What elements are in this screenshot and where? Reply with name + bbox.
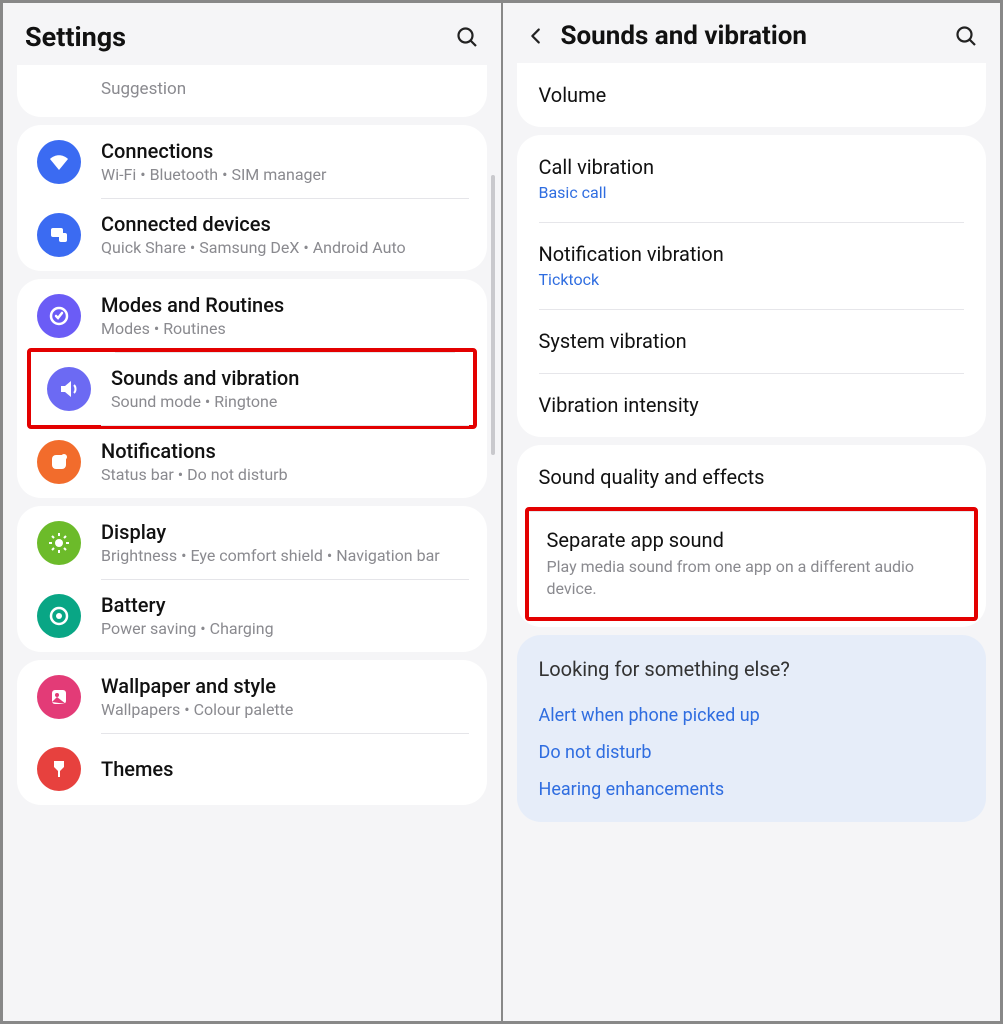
scrollbar-indicator[interactable] [491,175,495,455]
settings-screen: Settings Suggestion Connections Wi-Fi • … [2,2,502,1022]
item-title: Battery [101,593,467,617]
item-title: Display [101,520,467,544]
row-title: Separate app sound [547,528,957,552]
row-title: Notification vibration [539,242,965,266]
routines-icon [37,294,81,338]
sound-icon [47,367,91,411]
item-sub: Modes • Routines [101,319,467,338]
settings-group: Wallpaper and style Wallpapers • Colour … [17,660,487,805]
themes-icon [37,747,81,791]
settings-group: Display Brightness • Eye comfort shield … [17,506,487,652]
suggest-link-alert[interactable]: Alert when phone picked up [539,697,965,734]
row-sub: Basic call [539,183,965,202]
row-title: System vibration [539,329,965,353]
item-title: Wallpaper and style [101,674,467,698]
item-sub: Status bar • Do not disturb [101,465,467,484]
row-title: Volume [539,83,965,107]
settings-item-themes[interactable]: Themes [17,733,487,805]
settings-item-wallpaper[interactable]: Wallpaper and style Wallpapers • Colour … [17,660,487,733]
item-sub: Sound mode • Ringtone [111,392,457,411]
suggestion-card-partial[interactable]: Suggestion [17,65,487,117]
settings-item-connected-devices[interactable]: Connected devices Quick Share • Samsung … [17,198,487,271]
item-sub: Wallpapers • Colour palette [101,700,467,719]
settings-item-sounds-vibration[interactable]: Sounds and vibration Sound mode • Ringto… [31,352,473,425]
row-title: Vibration intensity [539,393,965,417]
item-sub: Brightness • Eye comfort shield • Naviga… [101,546,467,565]
section-vibration: Call vibration Basic call Notification v… [517,135,987,437]
notifications-icon [37,440,81,484]
row-volume[interactable]: Volume [517,63,987,127]
display-icon [37,521,81,565]
wallpaper-icon [37,675,81,719]
row-sub: Ticktock [539,270,965,289]
page-title: Sounds and vibration [561,21,955,51]
item-sub: Quick Share • Samsung DeX • Android Auto [101,238,467,257]
row-system-vibration[interactable]: System vibration [517,309,987,373]
item-title: Notifications [101,439,467,463]
item-title: Connected devices [101,212,467,236]
settings-group: Modes and Routines Modes • Routines Soun… [17,279,487,498]
battery-icon [37,594,81,638]
settings-item-notifications[interactable]: Notifications Status bar • Do not distur… [17,425,487,498]
suggest-link-dnd[interactable]: Do not disturb [539,734,965,771]
row-separate-app-sound[interactable]: Separate app sound Play media sound from… [529,511,975,617]
page-title: Settings [25,21,455,53]
row-sound-quality[interactable]: Sound quality and effects [517,445,987,509]
row-vibration-intensity[interactable]: Vibration intensity [517,373,987,437]
suggest-link-hearing[interactable]: Hearing enhancements [539,771,965,808]
back-icon[interactable] [525,25,547,47]
item-title: Sounds and vibration [111,366,457,390]
settings-item-connections[interactable]: Connections Wi-Fi • Bluetooth • SIM mana… [17,125,487,198]
highlight-sounds-vibration: Sounds and vibration Sound mode • Ringto… [27,348,477,429]
item-sub: Wi-Fi • Bluetooth • SIM manager [101,165,467,184]
row-title: Sound quality and effects [539,465,965,489]
highlight-separate-app-sound: Separate app sound Play media sound from… [525,507,979,621]
devices-icon [37,213,81,257]
wifi-icon [37,140,81,184]
settings-item-battery[interactable]: Battery Power saving • Charging [17,579,487,652]
looking-for-card: Looking for something else? Alert when p… [517,635,987,822]
row-sub: Play media sound from one app on a diffe… [547,556,957,599]
suggestion-text: Suggestion [101,79,186,99]
search-icon[interactable] [954,24,978,48]
row-notification-vibration[interactable]: Notification vibration Ticktock [517,222,987,309]
row-title: Call vibration [539,155,965,179]
settings-item-modes-routines[interactable]: Modes and Routines Modes • Routines [17,279,487,352]
item-title: Connections [101,139,467,163]
search-icon[interactable] [455,25,479,49]
sounds-header: Sounds and vibration [503,3,1001,63]
suggest-heading: Looking for something else? [539,657,965,681]
settings-group: Connections Wi-Fi • Bluetooth • SIM mana… [17,125,487,271]
sounds-vibration-screen: Sounds and vibration Volume Call vibrati… [502,2,1002,1022]
item-sub: Power saving • Charging [101,619,467,638]
row-call-vibration[interactable]: Call vibration Basic call [517,135,987,222]
item-title: Modes and Routines [101,293,467,317]
item-title: Themes [101,757,467,781]
section-volume: Volume [517,63,987,127]
settings-header: Settings [3,3,501,65]
section-sound-quality: Sound quality and effects Separate app s… [517,445,987,627]
settings-item-display[interactable]: Display Brightness • Eye comfort shield … [17,506,487,579]
